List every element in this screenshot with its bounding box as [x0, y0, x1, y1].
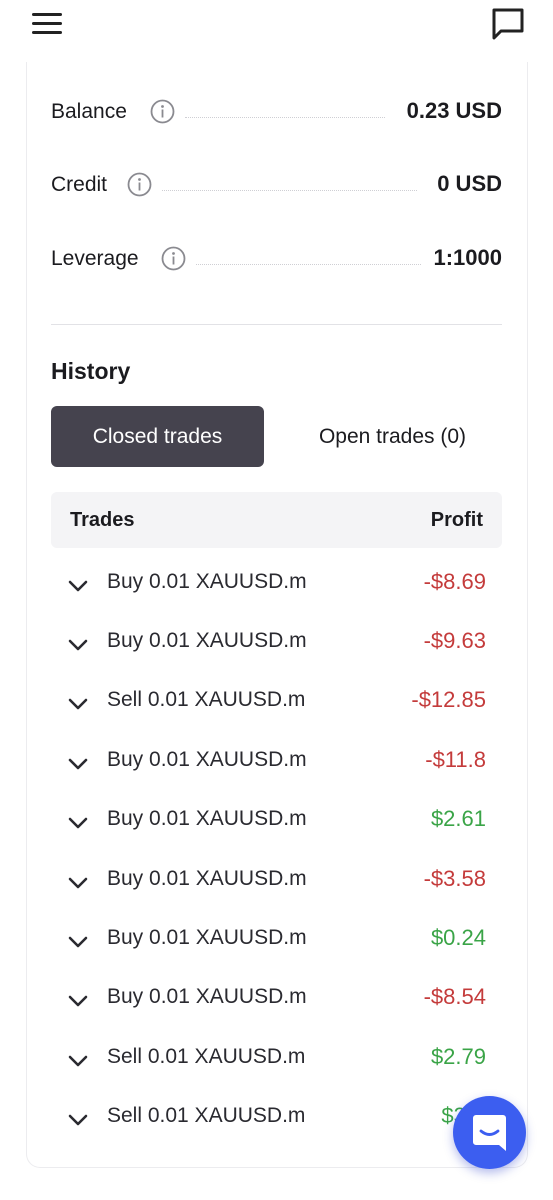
trade-row[interactable]: Buy 0.01 XAUUSD.m $2.61: [51, 799, 502, 858]
trade-row[interactable]: Buy 0.01 XAUUSD.m $0.24: [51, 918, 502, 977]
chevron-down-icon: [68, 580, 88, 592]
column-header-trades: Trades: [70, 509, 135, 531]
history-title: History: [51, 358, 131, 384]
top-bar: [0, 0, 553, 62]
support-chat-icon: [473, 1115, 506, 1151]
trade-name: Buy 0.01 XAUUSD.m: [107, 629, 307, 652]
trade-name: Buy 0.01 XAUUSD.m: [107, 748, 307, 771]
hamburger-menu-icon[interactable]: [32, 13, 62, 35]
section-divider: [51, 324, 502, 325]
chevron-down-icon: [68, 1114, 88, 1126]
trade-row[interactable]: Buy 0.01 XAUUSD.m -$9.63: [51, 621, 502, 680]
chat-bubble-icon[interactable]: [490, 6, 526, 42]
dotted-leader: [162, 190, 417, 191]
balance-label: Balance: [51, 100, 127, 123]
trade-row[interactable]: Sell 0.01 XAUUSD.m $2.79: [51, 1037, 502, 1096]
info-circle-icon[interactable]: [150, 99, 175, 124]
tab-closed-trades[interactable]: Closed trades: [51, 406, 264, 467]
trade-profit: -$3.58: [423, 866, 486, 891]
trade-name: Buy 0.01 XAUUSD.m: [107, 570, 307, 593]
dotted-leader: [185, 117, 385, 118]
chevron-down-icon: [68, 639, 88, 651]
credit-label: Credit: [51, 173, 108, 196]
trade-row[interactable]: Buy 0.01 XAUUSD.m -$3.58: [51, 859, 502, 918]
leverage-label: Leverage: [51, 247, 139, 270]
trade-name: Sell 0.01 XAUUSD.m: [107, 688, 306, 711]
chevron-down-icon: [68, 936, 88, 948]
balance-row: Balance 0.23 USD: [51, 92, 502, 132]
trade-name: Sell 0.01 XAUUSD.m: [107, 1104, 306, 1127]
column-header-profit: Profit: [430, 509, 483, 531]
tab-open-trades[interactable]: Open trades (0): [290, 406, 495, 467]
trade-profit: $0.24: [430, 925, 486, 950]
chevron-down-icon: [68, 877, 88, 889]
balance-value: 0.23 USD: [406, 98, 502, 123]
leverage-row: Leverage 1:1000: [51, 239, 502, 279]
support-chat-button[interactable]: [453, 1096, 526, 1169]
trade-row[interactable]: Buy 0.01 XAUUSD.m -$8.54: [51, 977, 502, 1036]
credit-value: 0 USD: [437, 171, 502, 196]
trade-row[interactable]: Buy 0.01 XAUUSD.m -$11.8: [51, 740, 502, 799]
trade-profit: $2.61: [430, 806, 486, 831]
trade-name: Buy 0.01 XAUUSD.m: [107, 867, 307, 890]
trades-table-header: Trades Profit: [51, 492, 502, 548]
info-circle-icon[interactable]: [161, 246, 186, 271]
chevron-down-icon: [68, 995, 88, 1007]
trade-row[interactable]: Sell 0.01 XAUUSD.m $3.: [51, 1096, 502, 1155]
trade-profit: -$9.63: [423, 628, 486, 653]
trade-name: Buy 0.01 XAUUSD.m: [107, 985, 307, 1008]
leverage-value: 1:1000: [433, 245, 502, 270]
trade-profit: $2.79: [430, 1044, 486, 1069]
chevron-down-icon: [68, 817, 88, 829]
credit-row: Credit 0 USD: [51, 165, 502, 205]
chevron-down-icon: [68, 1055, 88, 1067]
trade-profit: -$8.69: [423, 569, 486, 594]
info-circle-icon[interactable]: [127, 172, 152, 197]
trade-row[interactable]: Sell 0.01 XAUUSD.m -$12.85: [51, 680, 502, 739]
trade-name: Sell 0.01 XAUUSD.m: [107, 1045, 306, 1068]
trade-name: Buy 0.01 XAUUSD.m: [107, 926, 307, 949]
trade-name: Buy 0.01 XAUUSD.m: [107, 807, 307, 830]
trade-profit: -$11.8: [425, 747, 486, 772]
trade-row[interactable]: Buy 0.01 XAUUSD.m -$8.69: [51, 562, 502, 621]
chevron-down-icon: [68, 698, 88, 710]
trade-profit: -$8.54: [423, 984, 486, 1009]
dotted-leader: [196, 264, 421, 265]
chevron-down-icon: [68, 758, 88, 770]
trade-profit: -$12.85: [411, 687, 486, 712]
